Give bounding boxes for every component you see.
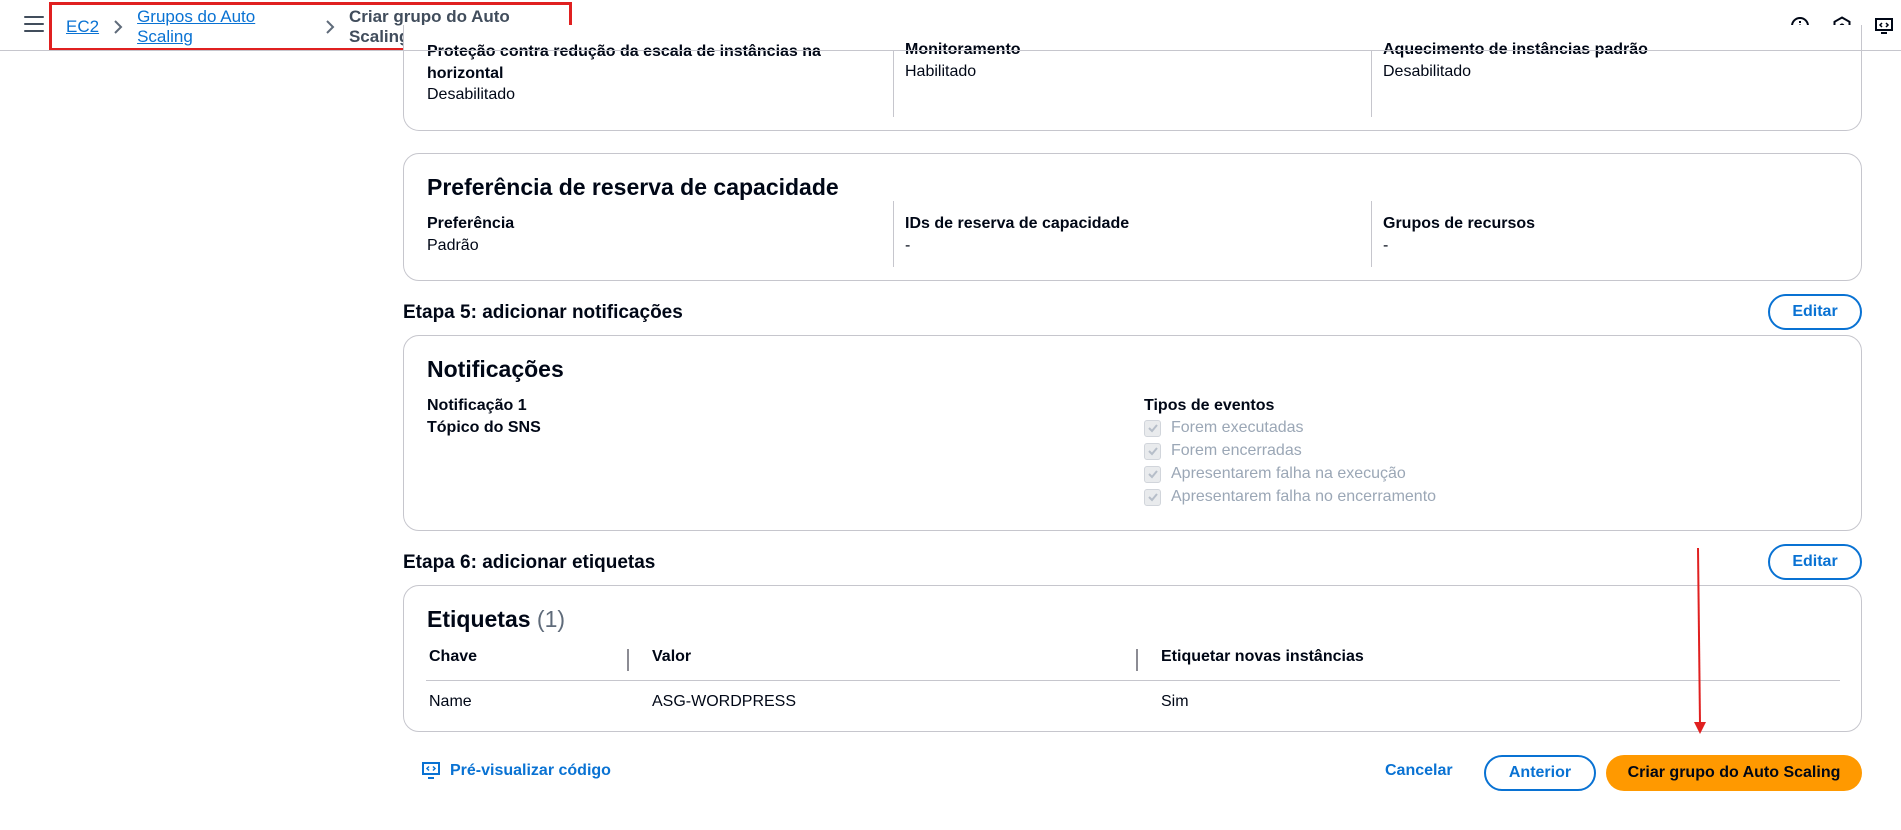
preference-value: Padrão bbox=[427, 237, 479, 254]
step5-edit-button[interactable]: Editar bbox=[1768, 294, 1862, 330]
breadcrumb-auto-scaling-groups[interactable]: Grupos do Auto Scaling bbox=[137, 7, 311, 47]
tags-card: Etiquetas (1) bbox=[403, 585, 1862, 732]
event-types-label: Tipos de eventos bbox=[1144, 397, 1275, 414]
sns-topic-label: Tópico do SNS bbox=[427, 419, 541, 436]
tags-title-text: Etiquetas bbox=[427, 606, 531, 632]
chevron-right-icon bbox=[325, 19, 335, 34]
capacity-reservation-card: Preferência de reserva de capacidade Pre… bbox=[403, 153, 1862, 281]
notification-1-label: Notificação 1 bbox=[427, 397, 527, 414]
event-label: Forem executadas bbox=[1171, 419, 1304, 436]
annotation-arrow bbox=[1694, 548, 1706, 734]
event-checkbox-fail-launch: Apresentarem falha na execução bbox=[1144, 465, 1406, 483]
advanced-config-card: Proteção contra redução da escala de ins… bbox=[403, 25, 1862, 131]
notifications-title: Notificações bbox=[427, 356, 564, 382]
column-header-key[interactable]: Chave bbox=[429, 648, 477, 666]
menu-icon[interactable] bbox=[24, 16, 44, 34]
table-cell-key: Name bbox=[429, 693, 472, 710]
capacity-reservation-title: Preferência de reserva de capacidade bbox=[427, 174, 839, 200]
instance-warmup-value: Desabilitado bbox=[1383, 63, 1472, 80]
step6-heading: Etapa 6: adicionar etiquetas bbox=[403, 552, 656, 573]
table-header-divider bbox=[426, 680, 1840, 681]
preference-label: Preferência bbox=[427, 215, 515, 232]
column-resizer[interactable] bbox=[627, 649, 629, 671]
resource-groups-label: Grupos de recursos bbox=[1383, 215, 1536, 232]
check-icon bbox=[1144, 488, 1161, 506]
tags-title: Etiquetas (1) bbox=[427, 606, 565, 633]
monitoring-value: Habilitado bbox=[905, 63, 977, 80]
step6-edit-button[interactable]: Editar bbox=[1768, 544, 1862, 580]
preview-code-button[interactable]: Pré-visualizar código bbox=[422, 762, 611, 780]
capacity-ids-label: IDs de reserva de capacidade bbox=[905, 215, 1130, 232]
table-cell-tag-new-instances: Sim bbox=[1161, 693, 1189, 710]
preview-code-label: Pré-visualizar código bbox=[450, 762, 611, 779]
scale-in-protection-label: Proteção contra redução da escala de ins… bbox=[427, 43, 821, 82]
column-divider bbox=[1371, 201, 1372, 267]
event-label: Forem encerradas bbox=[1171, 442, 1302, 459]
previous-button[interactable]: Anterior bbox=[1484, 755, 1596, 791]
check-icon bbox=[1144, 442, 1161, 460]
cancel-button[interactable]: Cancelar bbox=[1385, 762, 1453, 780]
capacity-ids-value: - bbox=[905, 237, 911, 254]
resource-groups-value: - bbox=[1383, 237, 1389, 254]
column-resizer[interactable] bbox=[1136, 649, 1138, 671]
column-divider bbox=[893, 201, 894, 267]
event-checkbox-launch: Forem executadas bbox=[1144, 419, 1304, 437]
event-checkbox-fail-terminate: Apresentarem falha no encerramento bbox=[1144, 488, 1436, 506]
chevron-right-icon bbox=[113, 19, 123, 34]
event-label: Apresentarem falha na execução bbox=[1171, 465, 1406, 482]
table-cell-value: ASG-WORDPRESS bbox=[652, 693, 797, 710]
column-header-tag-new-instances[interactable]: Etiquetar novas instâncias bbox=[1161, 648, 1364, 666]
scale-in-protection-value: Desabilitado bbox=[427, 86, 516, 103]
check-icon bbox=[1144, 465, 1161, 483]
code-preview-icon bbox=[422, 762, 440, 779]
code-preview-icon[interactable] bbox=[1874, 16, 1894, 36]
notifications-card: Notificações Notificação 1 Tópico do SNS… bbox=[403, 335, 1862, 531]
create-auto-scaling-group-button[interactable]: Criar grupo do Auto Scaling bbox=[1606, 755, 1862, 791]
tags-count: (1) bbox=[536, 606, 566, 632]
breadcrumb-ec2[interactable]: EC2 bbox=[66, 17, 99, 37]
column-divider bbox=[893, 51, 894, 117]
event-checkbox-terminate: Forem encerradas bbox=[1144, 442, 1302, 460]
event-label: Apresentarem falha no encerramento bbox=[1171, 488, 1437, 505]
step5-heading: Etapa 5: adicionar notificações bbox=[403, 302, 683, 323]
column-header-value[interactable]: Valor bbox=[652, 648, 691, 666]
column-divider bbox=[1371, 51, 1372, 117]
check-icon bbox=[1144, 419, 1161, 437]
